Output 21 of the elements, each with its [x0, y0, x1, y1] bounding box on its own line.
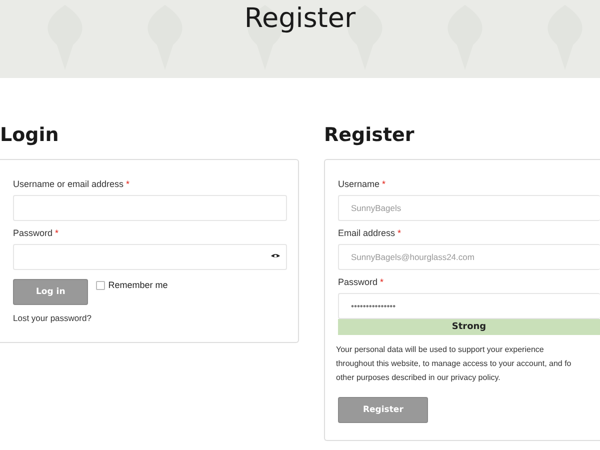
- text-field[interactable]: SunnyBagels: [338, 195, 600, 221]
- field-label: Password *: [13, 228, 60, 238]
- field-label: Password *: [338, 277, 385, 287]
- login-button[interactable]: Log in: [13, 279, 88, 305]
- page-title: Register: [243, 2, 357, 34]
- field-label: Email address *: [338, 228, 402, 238]
- checkbox-label: Remember me: [108, 280, 168, 290]
- privacy-note: Your personal data will be used to support your experience throughout this website, to manage access to your account, and fo other purposes described in our privacy policy.: [336, 344, 572, 384]
- checkbox[interactable]: [96, 280, 106, 290]
- lost-password-link[interactable]: Lost your password?: [13, 313, 92, 323]
- strength-meter: Strong: [338, 319, 600, 335]
- section-heading: Login: [0, 124, 60, 146]
- field-label: Username or email address *: [13, 179, 131, 189]
- text-field[interactable]: [13, 195, 287, 221]
- section-heading: Register: [324, 124, 416, 146]
- text-field[interactable]: SunnyBagels@hourglass24.com: [338, 244, 600, 270]
- register-button[interactable]: Register: [338, 397, 428, 423]
- field-label: Username *: [338, 179, 387, 189]
- show-password-icon[interactable]: [271, 253, 280, 259]
- password-field[interactable]: •••••••••••••••: [338, 293, 600, 319]
- password-field[interactable]: [13, 244, 287, 270]
